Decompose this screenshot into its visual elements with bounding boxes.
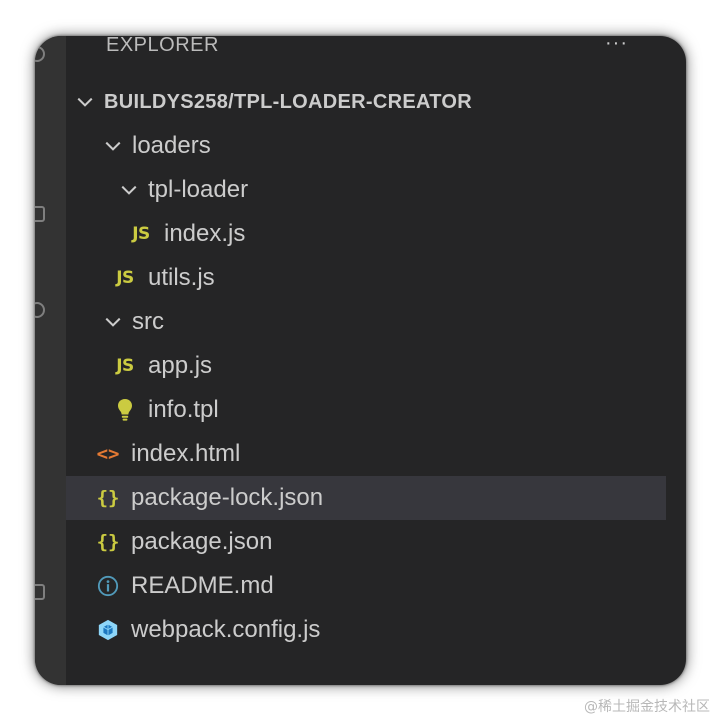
search-activity-icon[interactable] (35, 206, 45, 222)
json-icon: {} (96, 487, 120, 509)
tree-item-label: webpack.config.js (131, 616, 321, 643)
chevron-down-icon (120, 181, 138, 199)
source-control-activity-icon[interactable] (35, 302, 45, 318)
chevron-down-icon (104, 313, 122, 331)
more-actions-icon[interactable]: ··· (605, 36, 635, 54)
tree-item-label: index.js (164, 220, 246, 247)
tree-item-webpack-config-js[interactable]: webpack.config.js (66, 608, 666, 652)
js-icon: JS (132, 224, 150, 244)
tree-root[interactable]: BUILDYS258/TPL-LOADER-CREATOR (66, 80, 666, 124)
tree-item-label: utils.js (148, 264, 215, 291)
tree-item-readme-md[interactable]: README.md (66, 564, 666, 608)
tree-item-label: loaders (132, 132, 211, 159)
activity-bar (35, 36, 66, 685)
explorer-activity-icon[interactable] (35, 46, 45, 62)
webpack-icon (97, 618, 119, 642)
extensions-activity-icon[interactable] (35, 584, 45, 600)
js-icon: JS (116, 356, 134, 376)
tree-item-src[interactable]: src (66, 300, 666, 344)
watermark: @稀土掘金技术社区 (584, 699, 710, 715)
tree-item-index-html[interactable]: <> index.html (66, 432, 666, 476)
tree-item-index-js[interactable]: JS index.js (66, 212, 666, 256)
tree-item-tpl-loader[interactable]: tpl-loader (66, 168, 666, 212)
tree-item-label: tpl-loader (148, 176, 249, 203)
tree-item-label: package-lock.json (131, 484, 324, 511)
info-icon (97, 574, 119, 598)
explorer-window: EXPLORER ··· BUILDYS258/TPL-LOADER-CREAT… (35, 36, 686, 685)
tree-item-package-json[interactable]: {} package.json (66, 520, 666, 564)
tree-item-label: app.js (148, 352, 213, 379)
chevron-down-icon (104, 137, 122, 155)
tree-item-package-lock-json[interactable]: {} package-lock.json (66, 476, 666, 520)
tree-item-loaders[interactable]: loaders (66, 124, 666, 168)
lightbulb-icon (114, 398, 136, 422)
tree-item-label: index.html (131, 440, 241, 467)
js-icon: JS (116, 268, 134, 288)
html-icon: <> (96, 443, 120, 465)
tree-item-label: src (132, 308, 164, 335)
tree-item-label: package.json (131, 528, 273, 555)
tree-item-label: README.md (131, 572, 274, 599)
chevron-down-icon (76, 93, 94, 111)
json-icon: {} (96, 531, 120, 553)
tree-item-label: info.tpl (148, 396, 219, 423)
workspace-name: BUILDYS258/TPL-LOADER-CREATOR (104, 90, 472, 113)
explorer-header: EXPLORER (106, 36, 219, 56)
tree-item-info-tpl[interactable]: info.tpl (66, 388, 666, 432)
tree-item-app-js[interactable]: JS app.js (66, 344, 666, 388)
tree-item-utils-js[interactable]: JS utils.js (66, 256, 666, 300)
